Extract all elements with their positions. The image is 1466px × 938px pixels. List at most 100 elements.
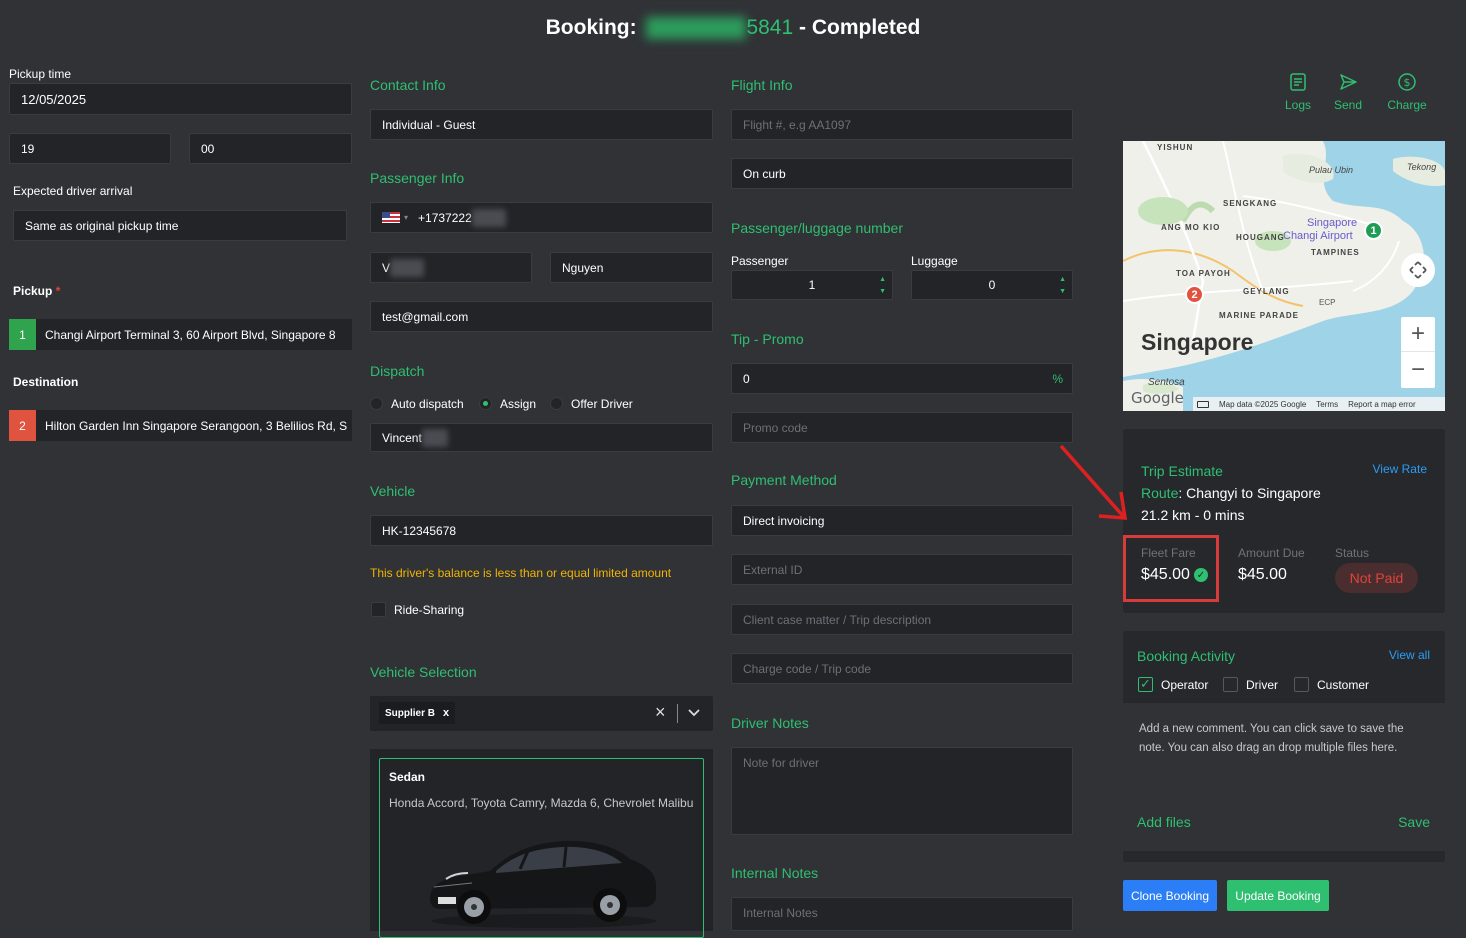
luggage-count-label: Luggage [911, 254, 958, 268]
driver-notes-textarea[interactable]: Note for driver [731, 747, 1073, 835]
map-terrain [1123, 141, 1445, 411]
contact-type-select[interactable]: Individual - Guest [370, 109, 713, 140]
passenger-count-stepper[interactable]: 1 ▲ ▼ [731, 270, 893, 300]
destination-row[interactable]: 2 Hilton Garden Inn Singapore Serangoon,… [9, 410, 352, 441]
verified-check-icon: ✓ [1193, 568, 1208, 582]
vehicle-plate-select[interactable]: HK-12345678 [370, 515, 713, 546]
amount-due-value: $45.00 [1238, 566, 1287, 583]
view-all-link[interactable]: View all [1389, 648, 1430, 662]
passenger-count-label: Passenger [731, 254, 789, 268]
comment-dropzone[interactable]: Add a new comment. You can click save to… [1123, 703, 1445, 851]
client-case-input[interactable]: Client case matter / Trip description [731, 604, 1073, 635]
payment-method-select[interactable]: Direct invoicing [731, 505, 1073, 536]
expected-arrival-select[interactable]: Same as original pickup time [13, 210, 347, 241]
driver-filter-checkbox[interactable] [1223, 677, 1238, 692]
vehicle-type-card[interactable]: Sedan Honda Accord, Toyota Camry, Mazda … [379, 758, 704, 938]
route-label: Route [1141, 485, 1179, 501]
promo-code-input[interactable]: Promo code [731, 412, 1073, 443]
customer-filter-checkbox[interactable] [1294, 677, 1309, 692]
luggage-count-stepper[interactable]: 0 ▲ ▼ [911, 270, 1073, 300]
charge-label: Charge [1387, 98, 1427, 112]
map-marker-pickup[interactable]: 1 [1364, 221, 1383, 240]
last-name-input[interactable]: Nguyen [550, 252, 713, 283]
meet-type-select[interactable]: On curb [731, 158, 1073, 189]
pickup-minute-select[interactable]: 00 [189, 133, 352, 164]
passenger-count-value: 1 [808, 278, 816, 292]
ride-sharing-checkbox[interactable] [371, 602, 386, 617]
driver-select[interactable]: Vincent [370, 423, 713, 452]
logs-label: Logs [1284, 98, 1312, 112]
operator-filter-label[interactable]: Operator [1161, 678, 1208, 692]
phone-value: +1737222 [418, 210, 472, 225]
vehicle-card-title: Sedan [389, 770, 426, 784]
vehicle-card-desc: Honda Accord, Toyota Camry, Mazda 6, Che… [389, 796, 694, 810]
pickup-hour-select[interactable]: 19 [9, 133, 171, 164]
pax-luggage-title: Passenger/luggage number [731, 220, 904, 236]
booking-id-redacted [646, 17, 747, 40]
pickup-label-text: Pickup [13, 284, 53, 298]
stepper-arrows-icon[interactable]: ▲ ▼ [879, 274, 886, 298]
phone-input[interactable]: ▾ +1737222 [370, 202, 713, 233]
charge-code-input[interactable]: Charge code / Trip code [731, 653, 1073, 684]
chip-remove-icon[interactable]: x [443, 707, 449, 719]
booking-activity-title: Booking Activity [1137, 648, 1236, 664]
offer-driver-label[interactable]: Offer Driver [571, 397, 633, 411]
map-label-changi-airport: Changi Airport [1283, 230, 1353, 242]
offer-driver-radio[interactable] [550, 397, 563, 410]
pickup-row[interactable]: 1 Changi Airport Terminal 3, 60 Airport … [9, 319, 352, 350]
destination-index-badge: 2 [9, 410, 36, 441]
first-name-input[interactable]: V [370, 252, 532, 283]
email-input[interactable]: test@gmail.com [370, 301, 713, 332]
status-label: Status [1335, 546, 1370, 560]
assign-radio[interactable] [479, 397, 492, 410]
send-button[interactable]: Send [1332, 72, 1364, 112]
customer-filter-label[interactable]: Customer [1317, 678, 1369, 692]
zoom-out-button[interactable]: − [1401, 352, 1435, 387]
save-comment-button[interactable]: Save [1398, 814, 1430, 830]
map-terms-link[interactable]: Terms [1316, 400, 1338, 409]
route-map[interactable]: YISHUN Pulau Ubin Tekong SENGKANG ANG MO… [1123, 141, 1445, 411]
chevron-down-icon[interactable] [688, 708, 700, 718]
trip-estimate-panel: Trip Estimate View Rate Route: Changyi t… [1123, 429, 1445, 613]
external-id-input[interactable]: External ID [731, 554, 1073, 585]
tip-promo-title: Tip - Promo [731, 331, 804, 347]
map-marker-destination[interactable]: 2 [1185, 285, 1204, 304]
tip-input[interactable]: 0 % [731, 363, 1073, 394]
internal-notes-textarea[interactable]: Internal Notes [731, 897, 1073, 931]
update-booking-button[interactable]: Update Booking [1227, 880, 1329, 911]
auto-dispatch-label[interactable]: Auto dispatch [391, 397, 464, 411]
destination-address[interactable]: Hilton Garden Inn Singapore Serangoon, 3… [36, 410, 352, 441]
zoom-controls: + − [1401, 317, 1435, 388]
dollar-circle-icon: $ [1398, 73, 1416, 91]
map-label-marine-parade: MARINE PARADE [1219, 311, 1299, 320]
us-flag-icon[interactable] [382, 212, 400, 223]
clone-booking-button[interactable]: Clone Booking [1123, 880, 1217, 911]
clear-selection-icon[interactable]: × [655, 702, 666, 723]
map-report-link[interactable]: Report a map error [1348, 400, 1416, 409]
map-label-yishun: YISHUN [1157, 143, 1194, 152]
add-files-button[interactable]: Add files [1137, 814, 1191, 830]
fullscreen-button[interactable] [1401, 253, 1435, 287]
trip-distance: 21.2 km - 0 mins [1141, 507, 1245, 523]
percent-unit: % [1052, 371, 1063, 386]
zoom-in-button[interactable]: + [1401, 317, 1435, 352]
driver-filter-label[interactable]: Driver [1246, 678, 1278, 692]
view-rate-link[interactable]: View Rate [1373, 462, 1427, 476]
charge-button[interactable]: $ Charge [1386, 72, 1428, 112]
driver-redacted [421, 428, 448, 447]
flight-number-input[interactable]: Flight #, e.g AA1097 [731, 109, 1073, 140]
pickup-address[interactable]: Changi Airport Terminal 3, 60 Airport Bl… [36, 319, 352, 350]
pickup-date-input[interactable]: 12/05/2025 [9, 83, 352, 115]
supplier-multiselect[interactable]: Supplier B x × [370, 696, 713, 731]
sedan-car-image [430, 840, 656, 928]
stepper-arrows-icon[interactable]: ▲ ▼ [1059, 274, 1066, 298]
logs-button[interactable]: Logs [1282, 72, 1314, 112]
contact-info-title: Contact Info [370, 77, 446, 93]
ride-sharing-label[interactable]: Ride-Sharing [394, 603, 464, 617]
assign-label[interactable]: Assign [500, 397, 536, 411]
map-label-toa-payoh: TOA PAYOH [1176, 269, 1231, 278]
auto-dispatch-radio[interactable] [370, 397, 383, 410]
operator-filter-checkbox[interactable] [1138, 676, 1153, 692]
amount-due-label: Amount Due [1238, 546, 1305, 560]
keyboard-icon[interactable] [1197, 400, 1209, 408]
